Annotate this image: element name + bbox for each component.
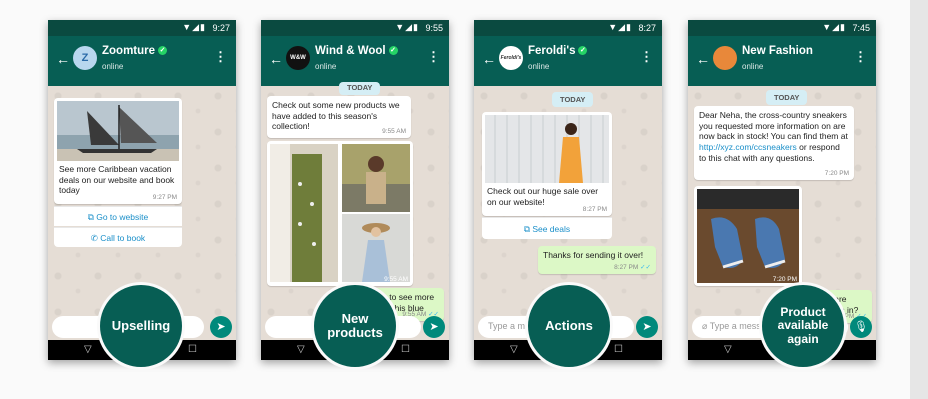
- verified-icon: ✓: [388, 46, 398, 56]
- message-timestamp: 7:20 PM: [824, 169, 849, 177]
- signal-battery-icon: ▼◢▮: [822, 22, 846, 32]
- status-time: 9:55: [425, 23, 443, 33]
- send-icon: ➤: [216, 321, 226, 333]
- day-chip: TODAY: [766, 90, 808, 105]
- contact-name[interactable]: Feroldi's ✓: [528, 45, 588, 57]
- back-arrow-icon[interactable]: ←: [482, 51, 496, 67]
- message-bubble: See more Caribbean vacation deals on our…: [54, 98, 182, 204]
- message-bubble: Dear Neha, the cross-country sneakers yo…: [694, 106, 854, 180]
- status-bar: ▼◢▮ 7:45: [688, 20, 876, 36]
- send-button[interactable]: ➤: [636, 316, 658, 338]
- avatar[interactable]: Feroldi's: [499, 46, 523, 70]
- nav-back-icon[interactable]: ▽: [724, 344, 732, 355]
- overflow-menu-icon[interactable]: ⋮: [640, 49, 653, 65]
- blue-sneakers-photo: [697, 189, 799, 283]
- right-edge-strip: [910, 0, 928, 399]
- presence-status: online: [528, 62, 550, 71]
- mic-button[interactable]: 🎙: [850, 316, 872, 338]
- overflow-menu-icon[interactable]: ⋮: [854, 49, 867, 65]
- badge-new-products: New products: [314, 285, 396, 367]
- overflow-menu-icon[interactable]: ⋮: [214, 49, 227, 65]
- message-timestamp: 9:55 AM: [382, 127, 406, 135]
- chat-header: ← Feroldi's Feroldi's ✓ online ⋮: [474, 36, 662, 86]
- message-text: Dear Neha, the cross-country sneakers yo…: [699, 110, 848, 163]
- contact-name[interactable]: New Fashion: [742, 45, 813, 57]
- input-placeholder: Type a mess: [709, 321, 761, 331]
- status-time: 7:45: [852, 23, 870, 33]
- image-timestamp: 7:20 PM: [772, 275, 797, 283]
- chat-header: ← New Fashion online ⋮: [688, 36, 876, 86]
- message-text: See more Caribbean vacation deals on our…: [59, 164, 175, 196]
- nav-recents-icon[interactable]: ☐: [614, 344, 623, 355]
- signal-battery-icon: ▼◢▮: [182, 22, 206, 32]
- reply-text: Thanks for sending it over!: [543, 250, 644, 260]
- reply-bubble: Thanks for sending it over! 8:27 PM ✓✓: [538, 246, 656, 274]
- status-bar: ▼◢▮ 9:27: [48, 20, 236, 36]
- status-time: 9:27: [212, 23, 230, 33]
- sailboat-photo: [57, 101, 179, 161]
- external-link-icon: ⧉: [87, 212, 94, 222]
- contact-name[interactable]: Wind & Wool ✓: [315, 45, 398, 57]
- send-icon: ➤: [429, 321, 439, 333]
- chat-header: ← Z Zoomture ✓ online ⋮: [48, 36, 236, 86]
- phone-icon: ✆: [90, 233, 98, 243]
- read-ticks-icon: ✓✓: [640, 263, 651, 271]
- chat-header: ← W&W Wind & Wool ✓ online ⋮: [261, 36, 449, 86]
- contact-name[interactable]: Zoomture ✓: [102, 45, 168, 57]
- back-arrow-icon[interactable]: ←: [696, 51, 710, 67]
- gallery-timestamp: 9:55 AM: [384, 275, 408, 283]
- verified-icon: ✓: [578, 46, 588, 56]
- presence-status: online: [102, 62, 124, 71]
- nav-back-icon[interactable]: ▽: [84, 344, 92, 355]
- send-button[interactable]: ➤: [210, 316, 232, 338]
- status-bar: ▼◢▮ 9:55: [261, 20, 449, 36]
- verified-icon: ✓: [158, 46, 168, 56]
- blue-dress-photo: [342, 214, 410, 282]
- presence-status: online: [742, 62, 764, 71]
- badge-upselling: Upselling: [100, 285, 182, 367]
- status-time: 8:27: [638, 23, 656, 33]
- external-link-icon: ⧉: [523, 224, 530, 234]
- day-chip: TODAY: [339, 82, 381, 95]
- avatar[interactable]: Z: [73, 46, 97, 70]
- image-bubble[interactable]: 7:20 PM: [694, 186, 802, 286]
- go-to-website-button[interactable]: ⧉ Go to website: [54, 206, 182, 226]
- status-bar: ▼◢▮ 8:27: [474, 20, 662, 36]
- nav-recents-icon[interactable]: ☐: [401, 344, 410, 355]
- woman-yellow-dress-photo: [485, 115, 609, 183]
- signal-battery-icon: ▼◢▮: [608, 22, 632, 32]
- message-bubble: Check out some new products we have adde…: [267, 96, 411, 138]
- photo-gallery-bubble[interactable]: 9:55 AM: [267, 141, 413, 286]
- badge-product-available: Product available again: [762, 285, 844, 367]
- presence-status: online: [315, 62, 337, 71]
- mic-icon: 🎙: [854, 321, 868, 333]
- nav-back-icon[interactable]: ▽: [297, 344, 305, 355]
- see-deals-button[interactable]: ⧉ See deals: [482, 217, 612, 239]
- woman-city-photo: [342, 144, 410, 212]
- avatar[interactable]: [713, 46, 737, 70]
- message-bubble: Check out our huge sale over on our webs…: [482, 112, 612, 216]
- message-timestamp: 9:27 PM: [152, 193, 177, 201]
- reply-timestamp: 8:27 PM ✓✓: [614, 263, 651, 271]
- message-text: Check out some new products we have adde…: [272, 100, 400, 132]
- send-button[interactable]: ➤: [423, 316, 445, 338]
- attach-icon[interactable]: ⌀: [702, 321, 707, 331]
- nav-recents-icon[interactable]: ☐: [188, 344, 197, 355]
- product-link[interactable]: http://xyz.com/ccsneakers: [699, 142, 797, 152]
- nav-back-icon[interactable]: ▽: [510, 344, 518, 355]
- send-icon: ➤: [642, 321, 652, 333]
- back-arrow-icon[interactable]: ←: [269, 51, 283, 67]
- message-timestamp: 8:27 PM: [582, 205, 607, 213]
- back-arrow-icon[interactable]: ←: [56, 51, 70, 67]
- overflow-menu-icon[interactable]: ⋮: [427, 49, 440, 65]
- message-text: Check out our huge sale over on our webs…: [487, 186, 599, 207]
- green-dress-photo: [270, 144, 338, 282]
- avatar[interactable]: W&W: [286, 46, 310, 70]
- badge-actions: Actions: [528, 285, 610, 367]
- signal-battery-icon: ▼◢▮: [395, 22, 419, 32]
- day-chip: TODAY: [552, 92, 594, 107]
- call-to-book-button[interactable]: ✆ Call to book: [54, 227, 182, 247]
